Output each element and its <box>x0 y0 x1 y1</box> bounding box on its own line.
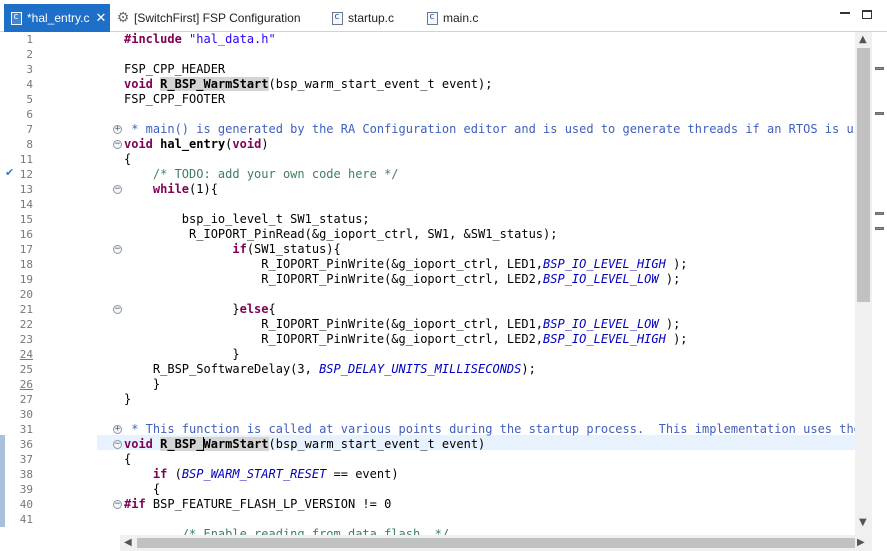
line-number: 17 <box>19 243 33 256</box>
c-file-icon <box>331 11 343 25</box>
line-number: 7 <box>26 123 33 136</box>
line-number: 15 <box>19 213 33 226</box>
scroll-left-icon[interactable]: ◀ <box>124 537 132 548</box>
line-number: 27 <box>19 393 33 406</box>
overview-ruler[interactable] <box>872 32 887 551</box>
line-number: 40 <box>19 498 33 511</box>
scroll-up-icon[interactable]: ▲ <box>859 34 867 45</box>
line-number: 19 <box>19 273 33 286</box>
code-line: #if BSP_FEATURE_FLASH_LP_VERSION != 0 <box>124 497 392 511</box>
line-number: 5 <box>26 93 33 106</box>
vertical-scroll-thumb[interactable] <box>857 48 870 302</box>
scroll-right-icon[interactable]: ▶ <box>857 537 865 548</box>
collapse-fold-icon[interactable]: − <box>113 440 122 449</box>
line-number: 39 <box>19 483 33 496</box>
c-file-icon <box>10 11 22 25</box>
line-number: 37 <box>19 453 33 466</box>
collapse-fold-icon[interactable]: − <box>113 500 122 509</box>
tab-hal-entry[interactable]: *hal_entry.c ✕ <box>4 4 111 32</box>
line-number: 20 <box>19 288 33 301</box>
line-number: 41 <box>19 513 33 526</box>
horizontal-scroll-thumb[interactable] <box>137 538 855 548</box>
line-number: 31 <box>19 423 33 436</box>
line-number: 26 <box>19 378 33 391</box>
code-line: bsp_io_level_t SW1_status; <box>124 212 370 226</box>
code-line: R_IOPORT_PinWrite(&g_ioport_ctrl, LED1,B… <box>124 317 681 331</box>
code-line: }else{ <box>124 302 276 316</box>
code-line: if(SW1_status){ <box>232 242 341 256</box>
occurrence-marker[interactable] <box>875 112 884 115</box>
line-number: 21 <box>19 303 33 316</box>
tab-label: main.c <box>443 11 479 25</box>
code-line: FSP_CPP_FOOTER <box>124 92 226 106</box>
code-line: } <box>124 347 240 361</box>
occurrence-marker[interactable] <box>875 212 884 215</box>
code-line: void R_BSP_WarmStart(bsp_warm_start_even… <box>124 437 486 451</box>
code-line: { <box>124 452 132 466</box>
code-line: * This function is called at various poi… <box>124 422 855 436</box>
line-number: 30 <box>19 408 33 421</box>
tab-startup[interactable]: startup.c <box>331 5 394 31</box>
tab-label: startup.c <box>348 11 395 25</box>
code-line: void hal_entry(void) <box>124 137 269 151</box>
tab-label: [SwitchFirst] FSP Configuration <box>134 11 301 25</box>
horizontal-scrollbar[interactable]: ◀ ▶ <box>120 535 872 551</box>
line-number: 4 <box>26 78 33 91</box>
code-line: R_IOPORT_PinWrite(&g_ioport_ctrl, LED1,B… <box>124 257 688 271</box>
line-number: 24 <box>19 348 33 361</box>
occurrence-marker[interactable] <box>875 227 884 230</box>
collapse-fold-icon[interactable]: − <box>113 185 122 194</box>
collapse-fold-icon[interactable]: − <box>113 305 122 314</box>
code-line: while(1){ <box>152 182 218 196</box>
line-number: 13 <box>19 183 33 196</box>
code-line: { <box>124 152 132 166</box>
line-number: 18 <box>19 258 33 271</box>
tab-label: *hal_entry.c <box>27 11 90 25</box>
code-line: R_IOPORT_PinRead(&g_ioport_ctrl, SW1, &S… <box>124 227 558 241</box>
code-line: /* Enable reading from data flash. */ <box>124 527 450 535</box>
maximize-icon[interactable] <box>862 10 872 19</box>
line-number: 16 <box>19 228 33 241</box>
code-line: R_BSP_SoftwareDelay(3, BSP_DELAY_UNITS_M… <box>124 362 536 376</box>
code-line: * main() is generated by the RA Configur… <box>124 122 883 136</box>
code-line: } <box>124 377 161 391</box>
line-number: 2 <box>26 48 33 61</box>
expand-fold-icon[interactable]: + <box>113 425 122 434</box>
code-line: { <box>124 482 161 496</box>
gear-icon: ⚙ <box>116 10 130 26</box>
code-line: FSP_CPP_HEADER <box>124 62 226 76</box>
code-line: } <box>124 392 132 406</box>
expand-fold-icon[interactable]: + <box>113 125 122 134</box>
close-icon[interactable]: ✕ <box>95 12 106 25</box>
code-line: /* TODO: add your own code here */ <box>124 167 399 181</box>
line-number: 11 <box>19 153 33 166</box>
code-line: if (BSP_WARM_START_RESET == event) <box>152 467 399 481</box>
line-number: 14 <box>19 198 33 211</box>
code-line: R_IOPORT_PinWrite(&g_ioport_ctrl, LED2,B… <box>124 272 681 286</box>
line-number: 25 <box>19 363 33 376</box>
tab-main[interactable]: main.c <box>426 5 478 31</box>
c-file-icon <box>426 11 438 25</box>
scroll-down-icon[interactable]: ▼ <box>859 517 867 528</box>
line-number: 1 <box>26 33 33 46</box>
line-number: 38 <box>19 468 33 481</box>
tab-fsp-configuration[interactable]: ⚙ [SwitchFirst] FSP Configuration <box>117 5 301 31</box>
line-number: 36 <box>19 438 33 451</box>
line-number: 12 <box>19 168 33 181</box>
minimize-icon[interactable] <box>840 12 850 21</box>
editor-tab-bar: *hal_entry.c ✕ ⚙ [SwitchFirst] FSP Confi… <box>0 0 887 32</box>
line-number: 3 <box>26 63 33 76</box>
line-number: 8 <box>26 138 33 151</box>
occurrence-marker[interactable] <box>875 67 884 70</box>
code-line: R_IOPORT_PinWrite(&g_ioport_ctrl, LED2,B… <box>124 332 688 346</box>
code-line: #include "hal_data.h" <box>124 32 276 46</box>
collapse-fold-icon[interactable]: − <box>113 245 122 254</box>
vertical-scrollbar[interactable]: ▲ ▼ <box>855 32 872 535</box>
line-number: 22 <box>19 318 33 331</box>
collapse-fold-icon[interactable]: − <box>113 140 122 149</box>
line-number: 6 <box>26 108 33 121</box>
line-number: 23 <box>19 333 33 346</box>
code-line: void R_BSP_WarmStart(bsp_warm_start_even… <box>124 77 493 91</box>
code-editor[interactable]: ✔ 1 2 3 4 5 6 7 8 11 12 13 14 15 16 17 1… <box>0 32 887 551</box>
